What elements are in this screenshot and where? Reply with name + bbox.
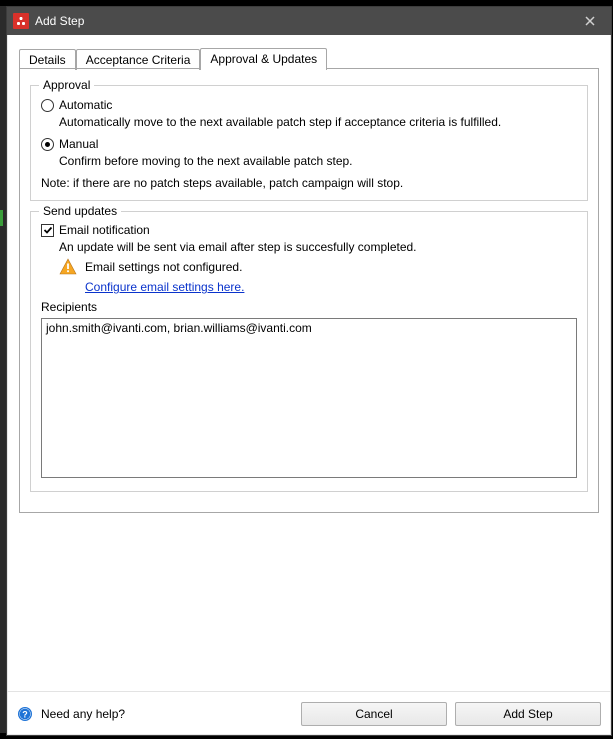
tab-row: Details Acceptance Criteria Approval & U… [19,47,599,69]
cancel-button-label: Cancel [355,707,392,721]
radio-automatic[interactable] [41,99,54,112]
approval-note: Note: if there are no patch steps availa… [41,176,577,190]
tab-label: Details [29,53,66,67]
add-step-button[interactable]: Add Step [455,702,601,726]
app-icon [13,13,29,29]
manual-desc: Confirm before moving to the next availa… [59,154,577,168]
close-icon[interactable] [569,7,611,35]
recipients-label: Recipients [41,300,577,314]
tab-panel-approval-updates: Approval Automatic Automatically move to… [19,68,599,513]
cancel-button[interactable]: Cancel [301,702,447,726]
checkbox-email-label: Email notification [59,223,150,237]
warning-text: Email settings not configured. [85,260,242,274]
tab-label: Acceptance Criteria [86,53,191,67]
footer-bar: ? Need any help? Cancel Add Step [7,691,611,735]
checkbox-email-notification[interactable] [41,224,54,237]
group-legend-updates: Send updates [39,204,121,218]
group-legend-approval: Approval [39,78,94,92]
help-text[interactable]: Need any help? [41,707,125,721]
dialog-window: Add Step Details Acceptance Criteria App… [6,6,612,736]
tab-acceptance-criteria[interactable]: Acceptance Criteria [76,49,201,70]
email-desc: An update will be sent via email after s… [59,240,577,254]
tab-approval-updates[interactable]: Approval & Updates [200,48,327,70]
group-approval: Approval Automatic Automatically move to… [30,85,588,201]
tab-label: Approval & Updates [210,52,317,66]
warning-icon [59,258,77,276]
help-icon[interactable]: ? [17,706,33,722]
radio-manual[interactable] [41,138,54,151]
radio-manual-label: Manual [59,137,98,151]
configure-email-link[interactable]: Configure email settings here. [85,280,244,294]
group-send-updates: Send updates Email notification An updat… [30,211,588,492]
titlebar: Add Step [7,7,611,35]
tab-details[interactable]: Details [19,49,76,70]
add-step-button-label: Add Step [503,707,552,721]
svg-text:?: ? [22,709,28,719]
automatic-desc: Automatically move to the next available… [59,115,577,129]
recipients-input[interactable] [41,318,577,478]
window-title: Add Step [35,14,84,28]
radio-automatic-label: Automatic [59,98,112,112]
